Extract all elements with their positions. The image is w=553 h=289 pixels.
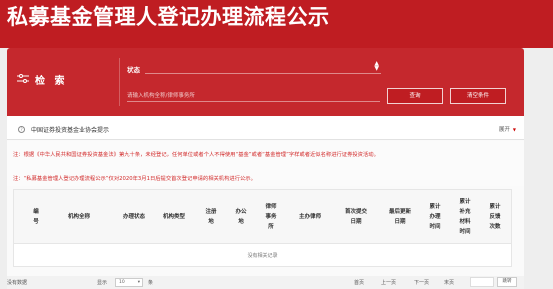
table-header: 编号 机构全称 办理状态 机构类型 注册地 办公地 律师事务所 主办律师 首次提… xyxy=(14,190,511,244)
content-area: ? 中国证券投资基金业协会提示 展开 ▼ 注：根据《中华人民共和国证券投资基金法》… xyxy=(7,116,524,289)
clear-button[interactable]: 清空条件 xyxy=(450,88,506,104)
expand-toggle[interactable]: 展开 ▼ xyxy=(499,125,516,133)
col-header[interactable]: 机构全称 xyxy=(48,190,110,244)
record-count: 没有数据 xyxy=(7,280,28,286)
col-header[interactable]: 办理状态 xyxy=(120,190,148,244)
col-header[interactable]: 首次提交日期 xyxy=(336,190,376,244)
col-header[interactable]: 累计办理时间 xyxy=(424,190,446,244)
col-header[interactable]: 最后更新日期 xyxy=(380,190,420,244)
keyword-input[interactable]: 请输入机构全称/律师事务所 xyxy=(127,88,380,102)
status-label: 状态 xyxy=(127,66,140,74)
col-header[interactable]: 主办律师 xyxy=(290,190,330,244)
page-size-value: 10 xyxy=(119,280,125,285)
query-button[interactable]: 查询 xyxy=(387,88,443,104)
expand-label: 展开 xyxy=(498,127,510,133)
legal-note: 注：根据《中华人民共和国证券投资基金法》第九十条，未经登记，任何单位或者个人不得… xyxy=(13,152,379,158)
header-band: 私募基金管理人登记办理流程公示 xyxy=(0,0,553,48)
divider xyxy=(119,58,120,106)
pagination: 没有数据 显示 10 ▾ 条 首页 上一页 下一页 末页 跳转 xyxy=(7,276,524,289)
search-header: 检 索 xyxy=(7,48,107,116)
page-title: 私募基金管理人登记办理流程公示 xyxy=(7,5,330,29)
question-icon: ? xyxy=(18,126,25,133)
notes-section: 注：根据《中华人民共和国证券投资基金法》第九十条，未经登记，任何单位或者个人不得… xyxy=(7,141,524,186)
col-header[interactable]: 机构类型 xyxy=(154,190,194,244)
last-page-button[interactable]: 末页 xyxy=(444,279,454,286)
select-arrows-icon: ▲ ▼ xyxy=(374,60,379,72)
col-header[interactable]: 累计反馈次数 xyxy=(484,190,506,244)
scope-note: 注：“私募基金管理人登记办理流程公示”仅对2020年3月1日后提交首次登记申请的… xyxy=(13,176,256,182)
col-header[interactable]: 律师事务所 xyxy=(260,190,282,244)
notice-title: 中国证券投资基金业协会提示 xyxy=(31,127,110,134)
status-select[interactable]: ▲ ▼ xyxy=(145,60,381,74)
search-label: 检 索 xyxy=(35,76,68,87)
first-page-button[interactable]: 首页 xyxy=(354,279,364,286)
page-size-select[interactable]: 10 ▾ xyxy=(115,278,143,287)
per-page-unit: 条 xyxy=(148,280,154,286)
notice-bar[interactable]: ? 中国证券投资基金业协会提示 展开 ▼ xyxy=(7,116,524,140)
page-size-label: 显示 xyxy=(97,280,108,286)
col-header[interactable]: 累计补充材料时间 xyxy=(454,190,476,244)
go-button[interactable]: 跳转 xyxy=(497,277,517,287)
search-panel: 检 索 状态 ▲ ▼ 请输入机构全称/律师事务所 查询 清空条件 xyxy=(7,48,524,116)
filter-icon xyxy=(17,74,29,83)
next-page-button[interactable]: 下一页 xyxy=(414,279,429,286)
prev-page-button[interactable]: 上一页 xyxy=(381,279,396,286)
col-header[interactable]: 办公地 xyxy=(230,190,252,244)
page-number-input[interactable] xyxy=(470,277,494,287)
results-table: 编号 机构全称 办理状态 机构类型 注册地 办公地 律师事务所 主办律师 首次提… xyxy=(13,189,512,267)
empty-state: 没有相关记录 xyxy=(247,253,278,259)
col-header[interactable]: 编号 xyxy=(24,190,48,244)
col-header[interactable]: 注册地 xyxy=(200,190,222,244)
caret-down-icon: ▼ xyxy=(512,127,516,132)
chevron-down-icon: ▾ xyxy=(137,280,140,285)
